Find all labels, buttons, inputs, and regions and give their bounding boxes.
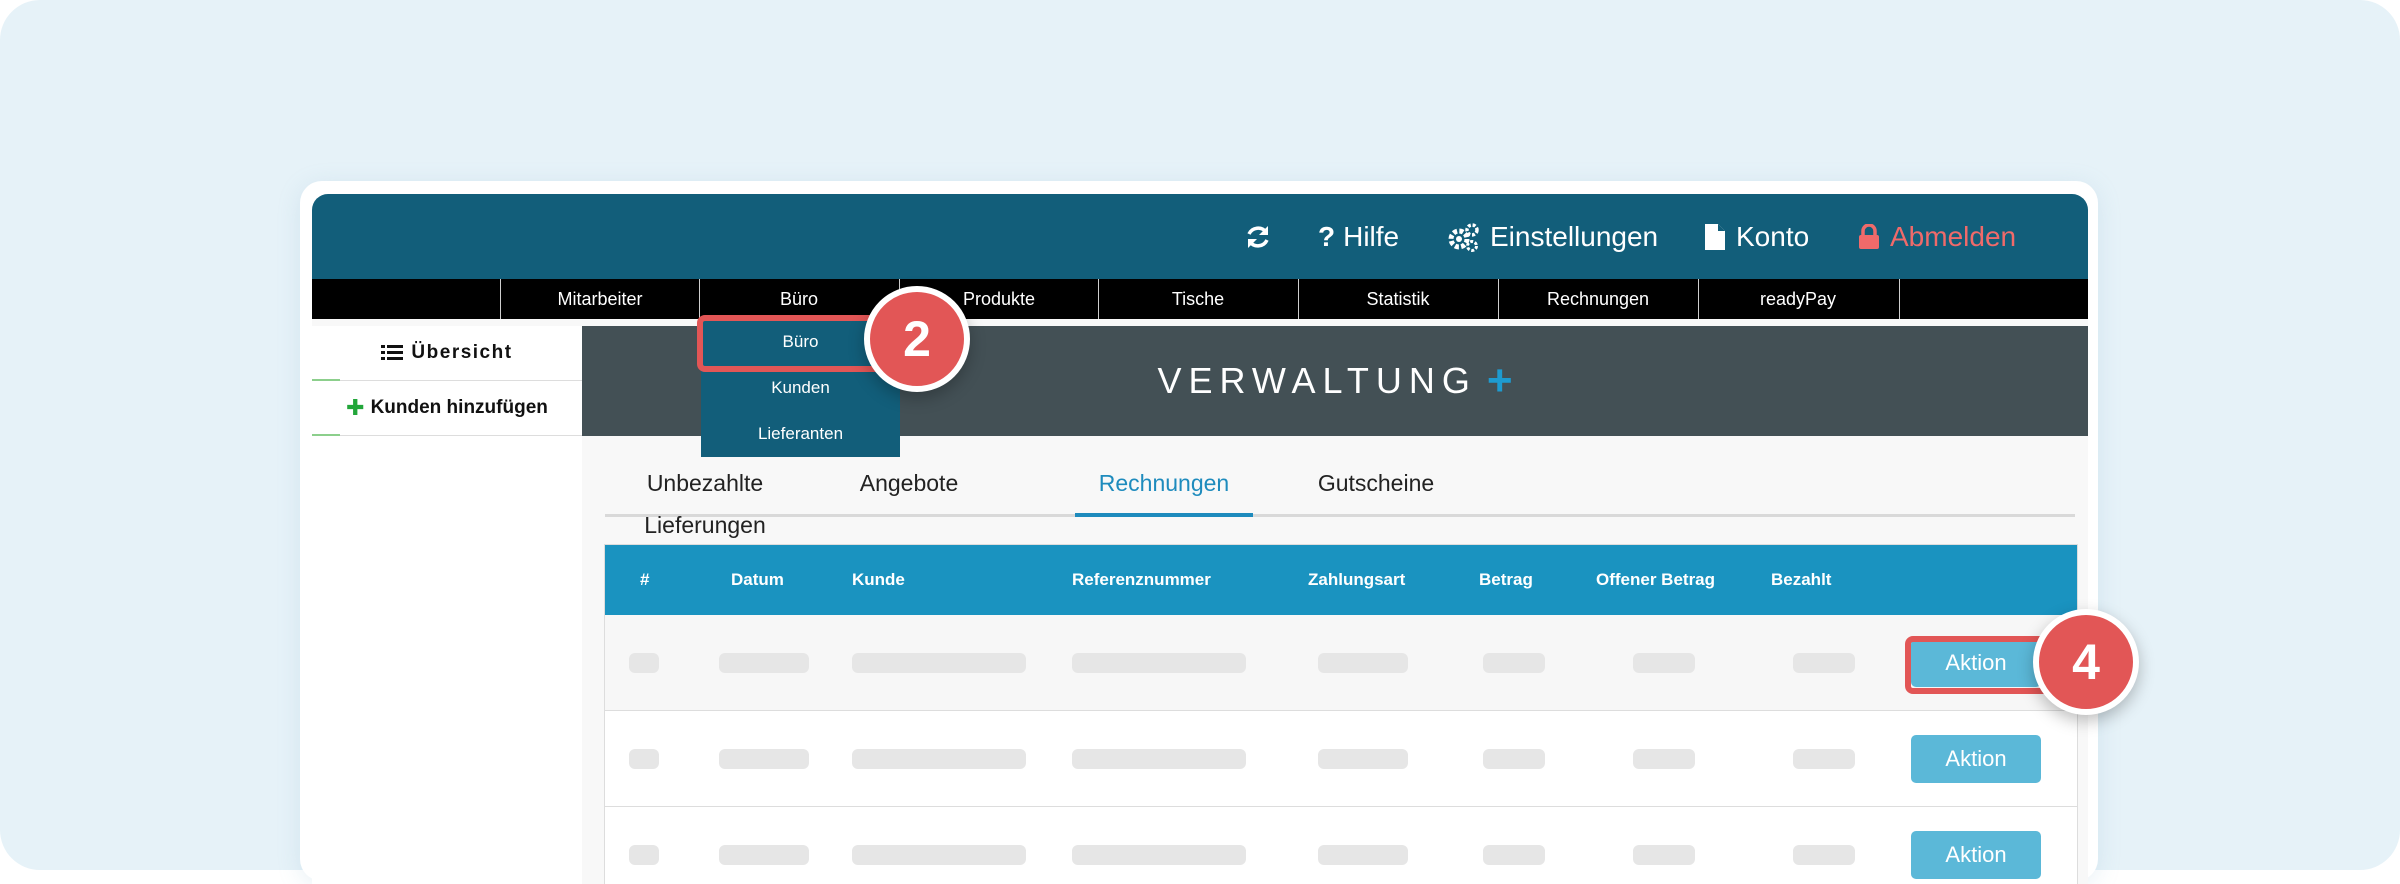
refresh-button[interactable] (1244, 194, 1282, 279)
lock-icon (1859, 223, 1879, 249)
file-icon (1705, 223, 1725, 250)
account-label: Konto (1736, 220, 1810, 252)
dropdown-item-lieferanten[interactable]: Lieferanten (701, 411, 900, 457)
column-header[interactable]: Kunde (852, 545, 905, 615)
plus-icon: + (1486, 356, 1513, 405)
placeholder-cell (1318, 845, 1408, 865)
table-row: Aktion (605, 615, 2077, 711)
list-icon (381, 345, 404, 360)
help-button[interactable]: ? Hilfe (1318, 194, 1399, 279)
nav-divider (1899, 279, 1900, 319)
placeholder-cell (1793, 845, 1855, 865)
invoices-table: # Datum Kunde Referenznummer Zahlungsart… (604, 544, 2078, 884)
placeholder-cell (629, 653, 659, 673)
placeholder-cell (1318, 653, 1408, 673)
placeholder-cell (1633, 749, 1695, 769)
nav-item-statistik[interactable]: Statistik (1298, 279, 1497, 319)
account-button[interactable]: Konto (1704, 194, 1809, 279)
nav-item-rechnungen[interactable]: Rechnungen (1498, 279, 1697, 319)
column-header[interactable]: Offener Betrag (1596, 545, 1715, 615)
refresh-icon (1247, 225, 1269, 248)
tab-unbezahlte-lieferungen[interactable]: Unbezahlte Lieferungen (605, 462, 805, 538)
placeholder-cell (1318, 749, 1408, 769)
step-badge-2: 2 (864, 286, 970, 392)
column-header[interactable]: Zahlungsart (1308, 545, 1405, 615)
column-header[interactable]: Betrag (1479, 545, 1533, 615)
action-button[interactable]: Aktion (1911, 831, 2041, 879)
sidebar: Übersicht ✚ Kunden hinzufügen (312, 326, 582, 884)
placeholder-cell (1633, 845, 1695, 865)
logout-label: Abmelden (1890, 220, 2017, 252)
placeholder-cell (852, 653, 1026, 673)
table-header: # Datum Kunde Referenznummer Zahlungsart… (605, 545, 2077, 615)
placeholder-cell (1072, 749, 1246, 769)
placeholder-cell (629, 845, 659, 865)
step-badge-4: 4 (2033, 609, 2139, 715)
column-header[interactable]: Bezahlt (1771, 545, 1831, 615)
placeholder-cell (1793, 653, 1855, 673)
placeholder-cell (1483, 653, 1545, 673)
placeholder-cell (719, 653, 809, 673)
help-label: Hilfe (1343, 220, 1400, 252)
settings-label: Einstellungen (1490, 220, 1659, 252)
plus-icon: ✚ (346, 395, 365, 420)
action-button[interactable]: Aktion (1911, 735, 2041, 783)
placeholder-cell (1483, 845, 1545, 865)
table-row: Aktion (605, 807, 2077, 884)
placeholder-cell (719, 845, 809, 865)
gears-icon (1448, 222, 1479, 252)
sidebar-item-overview[interactable]: Übersicht (312, 326, 582, 381)
app-window: ? Hilfe Einstellungen Konto Abmelden Mit… (312, 194, 2088, 884)
column-header[interactable]: Referenznummer (1072, 545, 1211, 615)
tab-rechnungen[interactable]: Rechnungen (1075, 462, 1253, 514)
nav-item-mitarbeiter[interactable]: Mitarbeiter (500, 279, 699, 319)
placeholder-cell (719, 749, 809, 769)
active-tab-indicator (1075, 513, 1253, 517)
top-bar: ? Hilfe Einstellungen Konto Abmelden (312, 194, 2088, 279)
question-icon: ? (1318, 220, 1336, 252)
logout-button[interactable]: Abmelden (1858, 194, 2016, 279)
column-header[interactable]: Datum (731, 545, 784, 615)
nav-item-readypay[interactable]: readyPay (1698, 279, 1897, 319)
placeholder-cell (1793, 749, 1855, 769)
table-row: Aktion (605, 711, 2077, 807)
column-header[interactable]: # (640, 545, 649, 615)
tab-gutscheine[interactable]: Gutscheine (1311, 462, 1441, 514)
sidebar-item-label: Übersicht (411, 342, 513, 363)
placeholder-cell (1072, 845, 1246, 865)
main-nav: Mitarbeiter Büro Produkte Tische Statist… (312, 279, 2088, 319)
tab-angebote[interactable]: Angebote (854, 462, 964, 514)
placeholder-cell (852, 845, 1026, 865)
placeholder-cell (1633, 653, 1695, 673)
placeholder-cell (852, 749, 1026, 769)
placeholder-cell (1483, 749, 1545, 769)
sidebar-item-label: Kunden hinzufügen (370, 397, 548, 418)
sidebar-item-add-customer[interactable]: ✚ Kunden hinzufügen (312, 381, 582, 436)
placeholder-cell (1072, 653, 1246, 673)
sidebar-accent-line (312, 434, 340, 436)
nav-item-buero[interactable]: Büro (699, 279, 898, 319)
page-title: VERWALTUNG (1157, 360, 1477, 401)
placeholder-cell (629, 749, 659, 769)
settings-button[interactable]: Einstellungen (1448, 194, 1658, 279)
nav-item-tische[interactable]: Tische (1098, 279, 1297, 319)
tab-bar: Unbezahlte Lieferungen Angebote Rechnung… (605, 462, 2075, 538)
